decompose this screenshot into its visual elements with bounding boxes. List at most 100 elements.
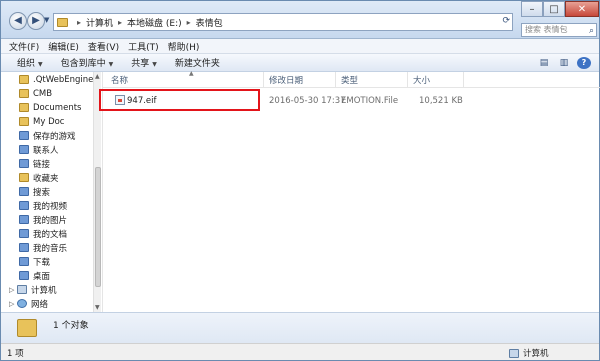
sidebar-item-my-music[interactable]: 我的音乐 [19,241,101,254]
sidebar-item-label: 联系人 [33,145,59,156]
sidebar-item-desktop[interactable]: 桌面 [19,269,101,282]
share-label: 共享 [131,59,150,69]
status-bar: 1 项 计算机 [1,343,599,360]
maximize-button[interactable]: □ [543,1,565,17]
command-bar: 组织 ▼ 包含到库中 ▼ 共享 ▼ 新建文件夹 ▤ ▥ ? [1,54,599,72]
include-in-library-button[interactable]: 包含到库中 ▼ [61,56,114,69]
scrollbar-thumb[interactable] [95,167,101,287]
item-count: 1 项 [7,349,24,359]
column-divider[interactable] [407,72,408,88]
folder-icon [17,319,37,337]
menu-view[interactable]: 查看(V) [88,40,119,53]
sidebar-item-label: 桌面 [33,271,51,282]
sidebar-item-label: 保存的游戏 [33,131,76,142]
sidebar-item-label: 收藏夹 [33,173,59,184]
menu-edit[interactable]: 编辑(E) [48,40,79,53]
folder-icon [57,17,68,27]
search-input[interactable]: 搜索 表情包 ⌕ [521,23,597,37]
folder-icon [19,89,29,98]
scroll-down-icon[interactable]: ▼ [95,304,100,311]
sidebar-item-label: 我的视频 [33,201,68,212]
chevron-down-icon: ▼ [152,61,157,68]
sidebar-item-favorites[interactable]: 收藏夹 [19,171,101,184]
column-date-modified[interactable]: 修改日期 [269,74,303,86]
new-folder-button[interactable]: 新建文件夹 [175,56,220,69]
sidebar-item-cmb[interactable]: CMB [19,87,101,100]
column-divider[interactable] [263,72,264,88]
chevron-right-icon[interactable]: ▸ [187,18,191,27]
share-button[interactable]: 共享 ▼ [131,56,157,69]
breadcrumb-folder[interactable]: 表情包 [196,16,223,29]
file-type: EMOTION.File [341,96,399,106]
address-bar[interactable]: ▸ 计算机 ▸ 本地磁盘 (E:) ▸ 表情包 ⟳ [53,13,513,31]
sort-ascending-icon: ▲ [189,70,194,77]
search-icon[interactable]: ⌕ [589,25,594,37]
sidebar-item-computer[interactable]: ▷ 计算机 [9,283,101,296]
expand-arrow-icon[interactable]: ▷ [9,300,17,308]
chevron-down-icon: ▼ [108,61,114,68]
sidebar-item-label: CMB [33,88,53,99]
expand-arrow-icon[interactable]: ▷ [9,286,17,294]
organize-label: 组织 [17,59,36,69]
sidebar-item-contacts[interactable]: 联系人 [19,143,101,156]
sidebar-item-saved-games[interactable]: 保存的游戏 [19,129,101,142]
title-bar: ◀ ▶ ▼ ▸ 计算机 ▸ 本地磁盘 (E:) ▸ 表情包 ⟳ 搜索 表情包 ⌕… [1,1,599,39]
column-divider[interactable] [463,72,464,88]
column-name[interactable]: 名称 [111,74,128,86]
column-divider[interactable] [335,72,336,88]
sidebar-item-label: 我的音乐 [33,243,68,254]
music-icon [19,243,29,252]
chevron-right-icon[interactable]: ▸ [77,18,81,27]
organize-button[interactable]: 组织 ▼ [17,56,43,69]
videos-icon [19,201,29,210]
folder-icon [19,103,29,112]
menu-file[interactable]: 文件(F) [9,40,39,53]
sidebar-item-my-pictures[interactable]: 我的图片 [19,213,101,226]
chevron-right-icon[interactable]: ▸ [118,18,122,27]
scroll-up-icon[interactable]: ▲ [95,73,100,80]
sidebar-item-label: 下载 [33,257,51,268]
minimize-button[interactable]: – [521,1,543,17]
forward-button[interactable]: ▶ [27,12,45,30]
sidebar-item-qtwebengine[interactable]: .QtWebEngine [19,73,101,86]
downloads-icon [19,257,29,266]
sidebar-item-network[interactable]: ▷ 网络 [9,297,101,310]
menu-tools[interactable]: 工具(T) [128,40,159,53]
sidebar-item-label: 链接 [33,159,51,170]
chevron-down-icon: ▼ [38,61,43,68]
column-type[interactable]: 类型 [341,74,358,86]
status-location-label: 计算机 [523,349,549,359]
column-size[interactable]: 大小 [413,74,430,86]
back-button[interactable]: ◀ [9,12,27,30]
sidebar-item-links[interactable]: 链接 [19,157,101,170]
view-options-icon[interactable]: ▤ [537,57,551,69]
menu-help[interactable]: 帮助(H) [168,40,200,53]
breadcrumb-computer[interactable]: 计算机 [86,16,113,29]
navigation-pane: .QtWebEngine CMB Documents My Doc 保存的游戏 … [1,72,101,312]
sidebar-item-my-videos[interactable]: 我的视频 [19,199,101,212]
refresh-icon[interactable]: ⟳ [502,16,510,26]
preview-pane-icon[interactable]: ▥ [557,57,571,69]
searches-icon [19,187,29,196]
sidebar-item-searches[interactable]: 搜索 [19,185,101,198]
file-size: 10,521 KB [419,96,463,106]
computer-icon [17,285,27,294]
sidebar-item-my-documents[interactable]: 我的文档 [19,227,101,240]
breadcrumb-drive-e[interactable]: 本地磁盘 (E:) [127,16,182,29]
saved-games-icon [19,131,29,140]
computer-icon [509,348,519,358]
sidebar-item-my-doc[interactable]: My Doc [19,115,101,128]
folder-icon [19,75,29,84]
help-icon[interactable]: ? [577,57,591,69]
object-count: 1 个对象 [53,321,89,331]
highlight-annotation-box [99,89,260,111]
sidebar-item-label: 计算机 [31,285,57,296]
menu-bar: 文件(F) 编辑(E) 查看(V) 工具(T) 帮助(H) [1,39,599,54]
sidebar-item-documents[interactable]: Documents [19,101,101,114]
recent-pages-dropdown[interactable]: ▼ [44,16,49,24]
favorites-icon [19,173,29,182]
close-button[interactable]: ✕ [565,1,599,17]
sidebar-item-downloads[interactable]: 下载 [19,255,101,268]
status-location: 计算机 [509,347,549,359]
details-pane: 1 个对象 [1,312,599,343]
